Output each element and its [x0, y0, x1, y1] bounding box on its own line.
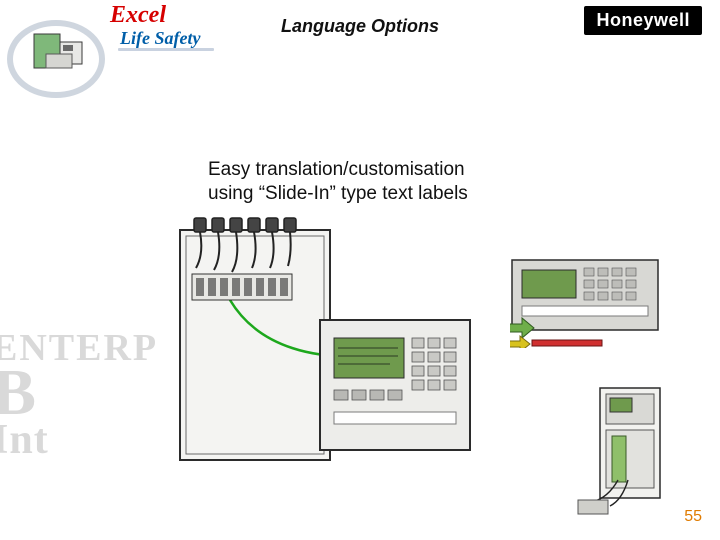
honeywell-logo: Honeywell: [584, 6, 702, 35]
body-line1: Easy translation/customisation: [208, 158, 468, 182]
slide-title: Language Options: [281, 16, 439, 37]
slide-header: Excel Life Safety Language Options Honey…: [0, 0, 720, 48]
watermark-line3: Int: [0, 421, 158, 461]
panel-mount-illustration: [570, 380, 680, 520]
cabinet-panel-illustration: [170, 210, 490, 490]
watermark-line2: B: [0, 362, 158, 425]
panel-front-illustration: [510, 258, 660, 348]
watermark-text: ENTERP B Int: [0, 330, 158, 461]
body-line2: using “Slide-In” type text labels: [208, 182, 468, 206]
body-description: Easy translation/customisation using “Sl…: [208, 158, 468, 206]
brand-subtitle: Life Safety: [120, 28, 200, 49]
page-number: 55: [684, 508, 702, 526]
brand-title: Excel: [110, 2, 166, 29]
title-underline: [118, 48, 214, 51]
